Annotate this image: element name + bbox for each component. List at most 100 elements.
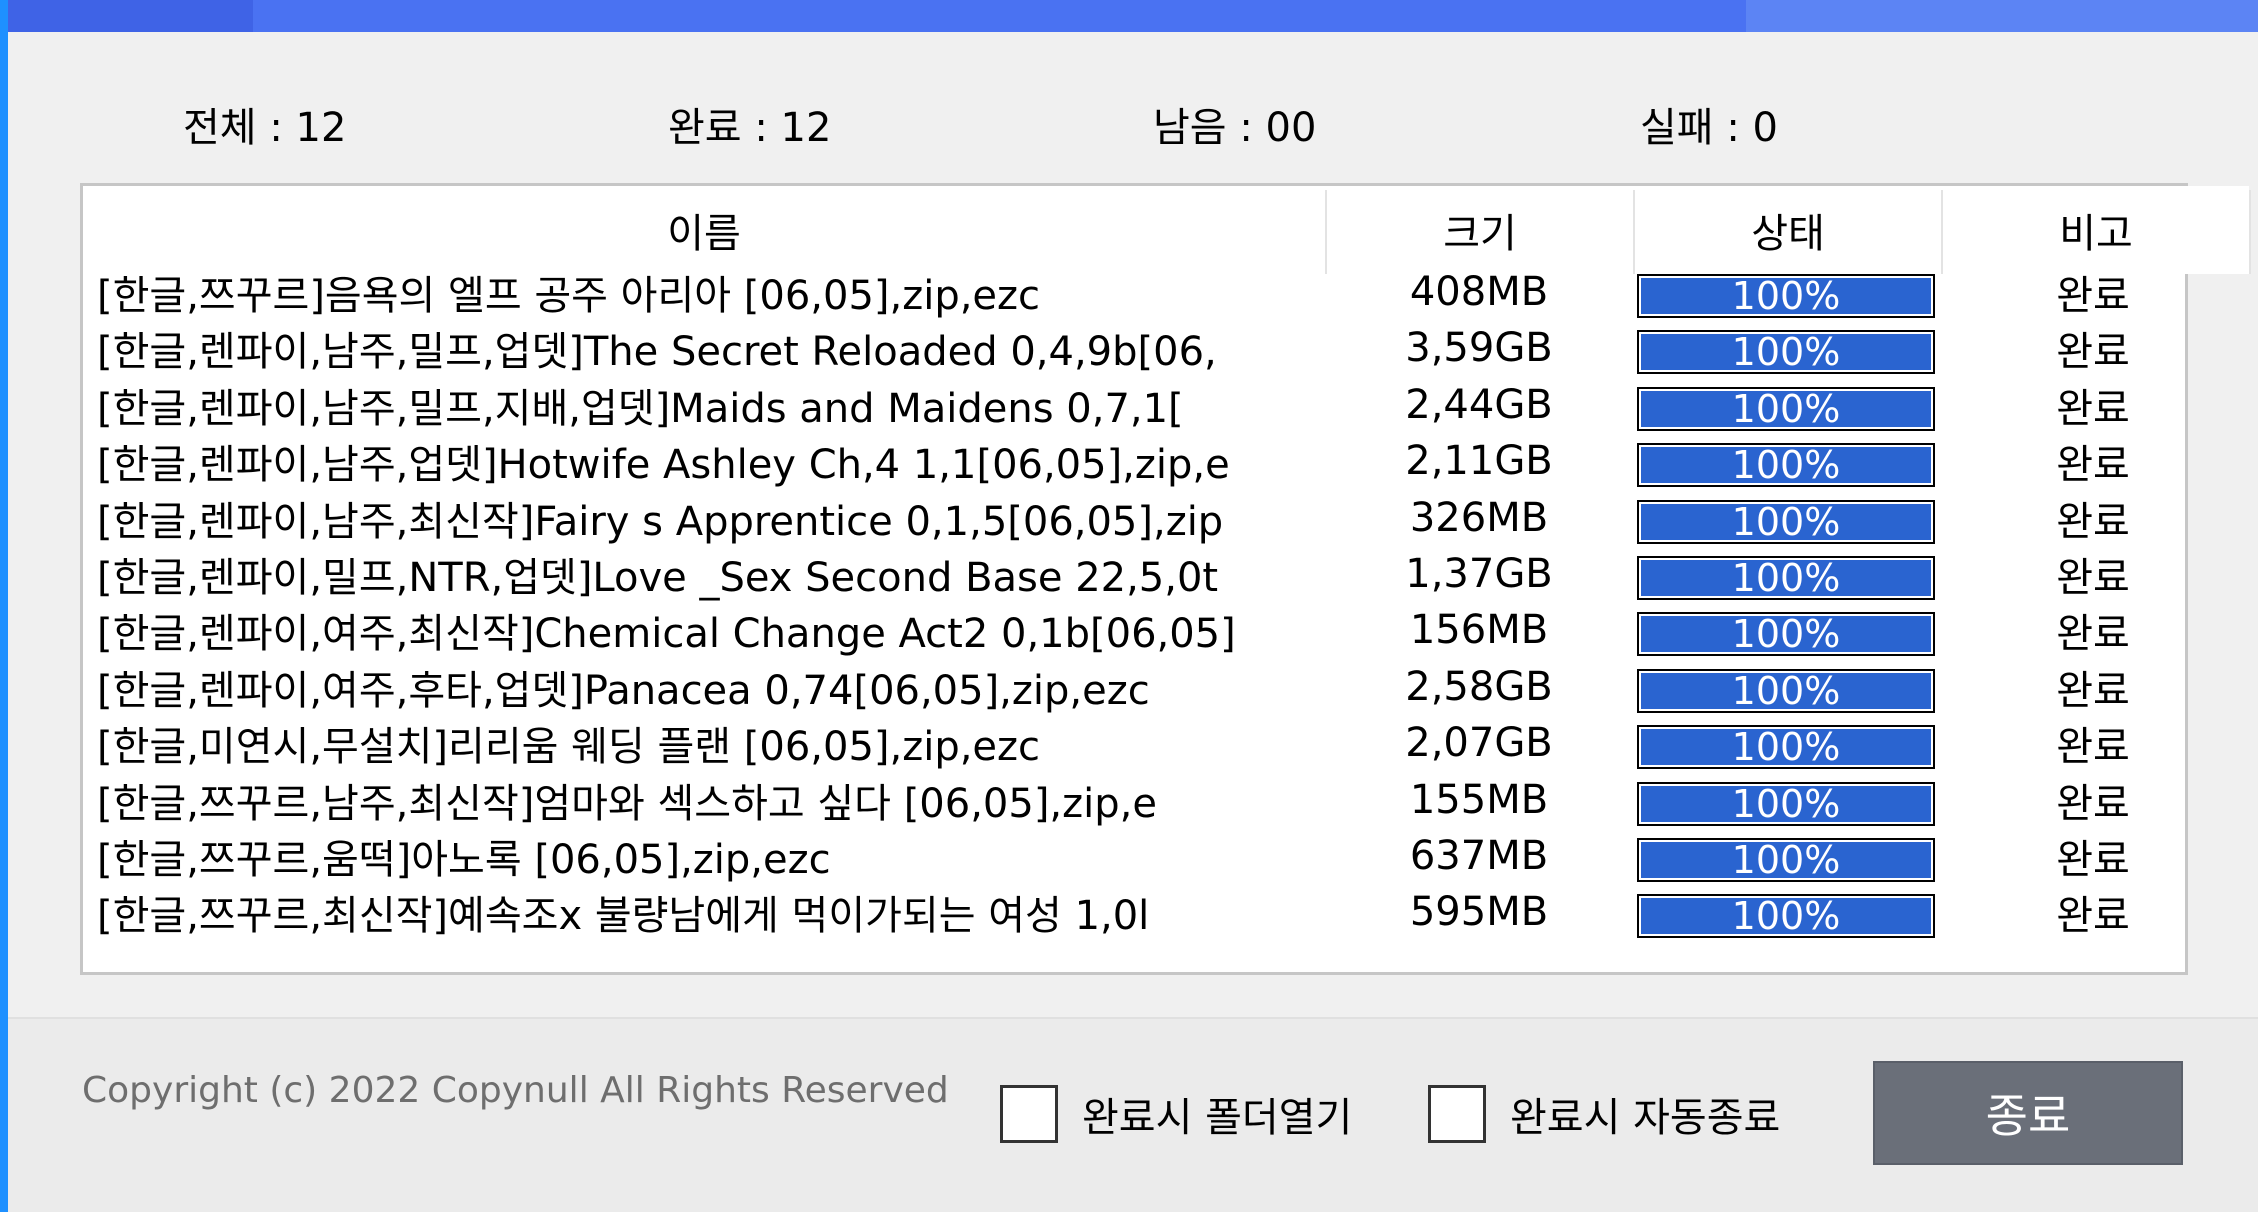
column-separator[interactable] bbox=[2249, 190, 2251, 274]
progress-bar: 100% bbox=[1637, 612, 1935, 657]
status-cell: 100% bbox=[1635, 433, 1937, 489]
file-size: 326MB bbox=[1409, 494, 1549, 541]
note-text: 완료 bbox=[2056, 893, 2130, 940]
progress-label: 100% bbox=[1731, 612, 1841, 657]
table-row[interactable]: [한글,쯔꾸르,최신작]예속조x 불량남에게 먹이가되는 여성 1,0l 595M… bbox=[83, 884, 2185, 940]
table-row[interactable]: [한글,쯔꾸르]음욕의 엘프 공주 아리아 [06,05],zip,ezc 408… bbox=[83, 264, 2185, 320]
status-cell: 100% bbox=[1635, 828, 1937, 884]
table-row[interactable]: [한글,쯔꾸르,남주,최신작]엄마와 섹스하고 싶다 [06,05],zip,e… bbox=[83, 772, 2185, 828]
status-cell: 100% bbox=[1635, 659, 1937, 715]
progress-label: 100% bbox=[1731, 556, 1841, 600]
file-size: 2,58GB bbox=[1405, 663, 1553, 710]
open-folder-checkbox[interactable] bbox=[1000, 1085, 1058, 1143]
status-cell: 100% bbox=[1635, 602, 1937, 658]
file-size: 2,07GB bbox=[1405, 720, 1553, 767]
status-cell: 100% bbox=[1635, 264, 1937, 320]
stat-total: 전체 : 12 bbox=[183, 105, 347, 151]
note-text: 완료 bbox=[2056, 724, 2130, 771]
progress-label: 100% bbox=[1731, 443, 1841, 488]
file-list[interactable]: 이름 크기 상태 비고 [한글,쯔꾸르]음욕의 엘프 공주 아리아 [06,05… bbox=[80, 183, 2251, 975]
window-left-edge bbox=[0, 0, 8, 1212]
progress-bar: 100% bbox=[1637, 386, 1935, 431]
column-header-size[interactable]: 크기 bbox=[1327, 186, 1633, 274]
progress-bar: 100% bbox=[1637, 725, 1935, 770]
progress-label: 100% bbox=[1731, 499, 1841, 544]
auto-exit-label: 완료시 자동종료 bbox=[1510, 1095, 1781, 1141]
progress-bar: 100% bbox=[1637, 838, 1935, 882]
file-name: [한글,렌파이,여주,후타,업뎃]Panacea 0,74[06,05],zip… bbox=[97, 667, 1150, 714]
note-text: 완료 bbox=[2056, 555, 2130, 601]
progress-label: 100% bbox=[1731, 274, 1841, 318]
copyright-text: Copyright (c) 2022 Copynull All Rights R… bbox=[82, 1070, 949, 1111]
column-header-name[interactable]: 이름 bbox=[83, 186, 1325, 274]
status-cell: 100% bbox=[1635, 546, 1937, 602]
status-cell: 100% bbox=[1635, 772, 1937, 828]
table-row[interactable]: [한글,렌파이,남주,밀프,업뎃]The Secret Reloaded 0,4… bbox=[83, 320, 2185, 376]
note-text: 완료 bbox=[2056, 442, 2130, 489]
file-size: 595MB bbox=[1409, 889, 1549, 936]
column-header-note[interactable]: 비고 bbox=[1943, 186, 2249, 274]
note-text: 완료 bbox=[2056, 385, 2130, 432]
auto-exit-checkbox[interactable] bbox=[1428, 1085, 1486, 1143]
file-size: 2,44GB bbox=[1405, 381, 1553, 428]
table-row[interactable]: [한글,쯔꾸르,움떡]아노록 [06,05],zip,ezc 637MB 100% 완… bbox=[83, 828, 2185, 884]
progress-bar: 100% bbox=[1637, 330, 1935, 375]
status-cell: 100% bbox=[1635, 884, 1937, 940]
note-text: 완료 bbox=[2056, 667, 2130, 714]
file-name: [한글,쯔꾸르,남주,최신작]엄마와 섹스하고 싶다 [06,05],zip,e bbox=[97, 780, 1157, 827]
status-cell: 100% bbox=[1635, 490, 1937, 546]
progress-label: 100% bbox=[1731, 781, 1841, 826]
file-name: [한글,쯔꾸르]음욕의 엘프 공주 아리아 [06,05],zip,ezc bbox=[97, 273, 1041, 319]
stat-done: 완료 : 12 bbox=[668, 105, 832, 151]
file-name: [한글,미연시,무설치]리리움 웨딩 플랜 [06,05],zip,ezc bbox=[97, 724, 1041, 771]
file-size: 637MB bbox=[1409, 833, 1549, 879]
note-text: 완료 bbox=[2056, 611, 2130, 658]
file-name: [한글,렌파이,남주,업뎃]Hotwife Ashley Ch,4 1,1[06… bbox=[97, 442, 1230, 489]
progress-label: 100% bbox=[1731, 330, 1841, 375]
progress-bar: 100% bbox=[1637, 894, 1935, 939]
table-row[interactable]: [한글,렌파이,여주,최신작]Chemical Change Act2 0,1b… bbox=[83, 602, 2185, 658]
note-text: 완료 bbox=[2056, 329, 2130, 376]
close-button[interactable]: 종료 bbox=[1873, 1061, 2183, 1165]
progress-label: 100% bbox=[1731, 838, 1841, 882]
progress-label: 100% bbox=[1731, 668, 1841, 713]
auto-exit-option[interactable]: 완료시 자동종료 bbox=[1428, 1082, 1780, 1146]
progress-label: 100% bbox=[1731, 386, 1841, 431]
file-size: 1,37GB bbox=[1405, 551, 1553, 597]
open-folder-label: 완료시 폴더열기 bbox=[1082, 1095, 1353, 1141]
table-row[interactable]: [한글,렌파이,남주,업뎃]Hotwife Ashley Ch,4 1,1[06… bbox=[83, 433, 2185, 489]
table-row[interactable]: [한글,렌파이,여주,후타,업뎃]Panacea 0,74[06,05],zip… bbox=[83, 659, 2185, 715]
status-cell: 100% bbox=[1635, 715, 1937, 771]
stat-failed: 실패 : 0 bbox=[1640, 105, 1778, 151]
note-text: 완료 bbox=[2056, 780, 2130, 827]
title-bar bbox=[8, 0, 2258, 32]
progress-bar: 100% bbox=[1637, 274, 1935, 318]
file-name: [한글,렌파이,남주,밀프,업뎃]The Secret Reloaded 0,4… bbox=[97, 329, 1217, 376]
progress-label: 100% bbox=[1731, 894, 1841, 939]
note-text: 완료 bbox=[2056, 837, 2130, 883]
table-row[interactable]: [한글,미연시,무설치]리리움 웨딩 플랜 [06,05],zip,ezc 2,0… bbox=[83, 715, 2185, 771]
title-bar-segment bbox=[1746, 0, 2258, 32]
table-row[interactable]: [한글,렌파이,남주,밀프,지배,업뎃]Maids and Maidens 0,… bbox=[83, 377, 2185, 433]
progress-bar: 100% bbox=[1637, 443, 1935, 488]
file-size: 2,11GB bbox=[1405, 438, 1553, 485]
status-cell: 100% bbox=[1635, 320, 1937, 376]
progress-bar: 100% bbox=[1637, 668, 1935, 713]
table-row[interactable]: [한글,렌파이,밀프,NTR,업뎃]Love _Sex Second Base … bbox=[83, 546, 2185, 602]
file-size: 3,59GB bbox=[1405, 325, 1553, 372]
stat-remaining: 남음 : 00 bbox=[1153, 105, 1317, 151]
file-name: [한글,렌파이,밀프,NTR,업뎃]Love _Sex Second Base … bbox=[97, 555, 1219, 601]
file-name: [한글,쯔꾸르,최신작]예속조x 불량남에게 먹이가되는 여성 1,0l bbox=[97, 893, 1150, 940]
file-name: [한글,렌파이,여주,최신작]Chemical Change Act2 0,1b… bbox=[97, 611, 1236, 658]
file-name: [한글,쯔꾸르,움떡]아노록 [06,05],zip,ezc bbox=[97, 837, 831, 883]
file-size: 155MB bbox=[1409, 776, 1549, 823]
progress-bar: 100% bbox=[1637, 499, 1935, 544]
file-name: [한글,렌파이,남주,최신작]Fairy s Apprentice 0,1,5[… bbox=[97, 498, 1224, 545]
note-text: 완료 bbox=[2056, 498, 2130, 545]
open-folder-option[interactable]: 완료시 폴더열기 bbox=[1000, 1082, 1352, 1146]
column-header-status[interactable]: 상태 bbox=[1635, 186, 1941, 274]
progress-bar: 100% bbox=[1637, 556, 1935, 600]
title-bar-segment bbox=[8, 0, 253, 32]
table-row[interactable]: [한글,렌파이,남주,최신작]Fairy s Apprentice 0,1,5[… bbox=[83, 490, 2185, 546]
file-name: [한글,렌파이,남주,밀프,지배,업뎃]Maids and Maidens 0,… bbox=[97, 385, 1184, 432]
